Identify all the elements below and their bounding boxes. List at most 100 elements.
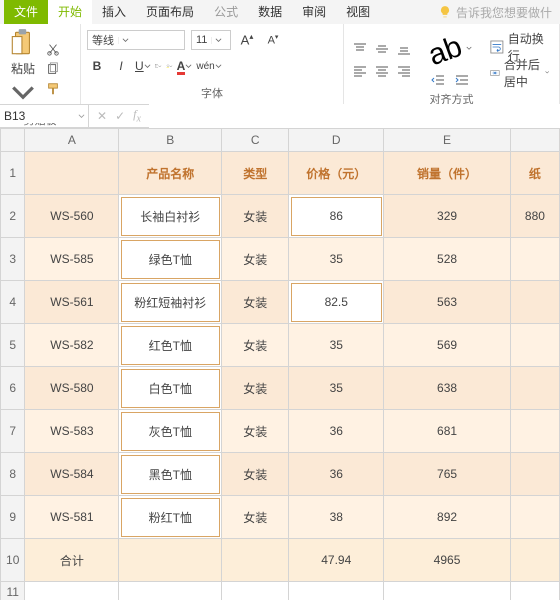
cell[interactable]: 82.5 — [289, 281, 384, 324]
cell[interactable]: 长袖白衬衫 — [119, 195, 222, 238]
cell[interactable]: 合计 — [25, 539, 119, 582]
font-size-combo[interactable]: 11 — [191, 30, 231, 50]
cut-button[interactable] — [44, 40, 62, 58]
cancel-icon[interactable]: ✕ — [97, 109, 107, 123]
cell[interactable]: 绿色T恤 — [119, 238, 222, 281]
tab-insert[interactable]: 插入 — [92, 0, 136, 24]
col-header-D[interactable]: D — [289, 129, 384, 152]
cell[interactable] — [25, 582, 119, 600]
align-left-button[interactable] — [350, 61, 370, 81]
cell[interactable] — [25, 152, 119, 195]
tab-data[interactable]: 数据 — [248, 0, 292, 24]
cell[interactable] — [510, 453, 559, 496]
cell[interactable]: 38 — [289, 496, 384, 539]
cell[interactable] — [289, 582, 384, 600]
copy-button[interactable] — [44, 60, 62, 78]
cell[interactable] — [510, 238, 559, 281]
bold-button[interactable]: B — [87, 56, 107, 76]
cell[interactable]: 女装 — [222, 238, 289, 281]
tell-me[interactable]: 告诉我您想要做什 — [430, 4, 560, 21]
cell[interactable] — [510, 324, 559, 367]
cell[interactable] — [222, 539, 289, 582]
row-header[interactable]: 4 — [1, 281, 25, 324]
wrap-text-button[interactable]: 自动换行 — [486, 37, 553, 57]
cell[interactable]: 36 — [289, 410, 384, 453]
decrease-indent-button[interactable] — [428, 70, 448, 90]
cell[interactable]: 白色T恤 — [119, 367, 222, 410]
cell[interactable]: 类型 — [222, 152, 289, 195]
cell[interactable]: 528 — [384, 238, 511, 281]
cell[interactable] — [119, 582, 222, 600]
align-center-button[interactable] — [372, 61, 392, 81]
cell[interactable] — [384, 582, 511, 600]
cell[interactable]: 粉红T恤 — [119, 496, 222, 539]
tab-file[interactable]: 文件 — [4, 0, 48, 24]
cell[interactable]: 纸 — [510, 152, 559, 195]
fill-color-button[interactable] — [166, 63, 173, 70]
cell[interactable]: 黑色T恤 — [119, 453, 222, 496]
row-header[interactable]: 7 — [1, 410, 25, 453]
cell[interactable]: 4965 — [384, 539, 511, 582]
italic-button[interactable]: I — [111, 56, 131, 76]
row-header[interactable]: 2 — [1, 195, 25, 238]
font-name-combo[interactable]: 等线 — [87, 30, 185, 50]
row-header[interactable]: 8 — [1, 453, 25, 496]
cell[interactable] — [510, 281, 559, 324]
cell[interactable]: 892 — [384, 496, 511, 539]
cell[interactable]: 765 — [384, 453, 511, 496]
cell[interactable]: 红色T恤 — [119, 324, 222, 367]
tab-formula[interactable]: 公式 — [204, 0, 248, 24]
worksheet[interactable]: A B C D E 1产品名称类型价格（元）销量（件）纸2WS-560长袖白衬衫… — [0, 128, 560, 600]
cell[interactable] — [510, 367, 559, 410]
cell[interactable]: 681 — [384, 410, 511, 453]
cell[interactable]: 35 — [289, 324, 384, 367]
name-box[interactable] — [0, 105, 89, 127]
cell[interactable]: WS-560 — [25, 195, 119, 238]
row-header[interactable]: 10 — [1, 539, 25, 582]
cell[interactable]: 569 — [384, 324, 511, 367]
cell[interactable]: 女装 — [222, 195, 289, 238]
decrease-font-button[interactable]: A▾ — [263, 30, 283, 50]
tab-home[interactable]: 开始 — [48, 0, 92, 24]
cell[interactable]: WS-585 — [25, 238, 119, 281]
align-bottom-button[interactable] — [394, 39, 414, 59]
font-color-button[interactable]: A — [177, 59, 193, 73]
merge-center-button[interactable]: 合并后居中 — [486, 63, 553, 83]
name-box-input[interactable] — [0, 109, 78, 123]
cell[interactable] — [222, 582, 289, 600]
cell[interactable]: 女装 — [222, 410, 289, 453]
cell[interactable]: 女装 — [222, 367, 289, 410]
cell[interactable]: WS-582 — [25, 324, 119, 367]
tab-layout[interactable]: 页面布局 — [136, 0, 204, 24]
cell[interactable]: 产品名称 — [119, 152, 222, 195]
cell[interactable]: 女装 — [222, 496, 289, 539]
cell[interactable]: 女装 — [222, 281, 289, 324]
cell[interactable]: WS-584 — [25, 453, 119, 496]
row-header[interactable]: 9 — [1, 496, 25, 539]
row-header[interactable]: 1 — [1, 152, 25, 195]
tab-view[interactable]: 视图 — [336, 0, 380, 24]
col-header-B[interactable]: B — [119, 129, 222, 152]
cell[interactable] — [119, 539, 222, 582]
cell[interactable] — [510, 582, 559, 600]
row-header[interactable]: 5 — [1, 324, 25, 367]
cell[interactable]: WS-581 — [25, 496, 119, 539]
orientation-button[interactable]: ab — [428, 30, 472, 68]
cell[interactable]: 女装 — [222, 324, 289, 367]
paste-button[interactable]: 粘贴 — [6, 26, 40, 111]
cell[interactable]: WS-561 — [25, 281, 119, 324]
increase-indent-button[interactable] — [452, 70, 472, 90]
row-header[interactable]: 11 — [1, 582, 25, 600]
cell[interactable] — [510, 539, 559, 582]
cell[interactable]: 35 — [289, 238, 384, 281]
cell[interactable]: 36 — [289, 453, 384, 496]
col-header-E[interactable]: E — [384, 129, 511, 152]
cell[interactable]: 47.94 — [289, 539, 384, 582]
cell[interactable]: 880 — [510, 195, 559, 238]
increase-font-button[interactable]: A▴ — [237, 30, 257, 50]
cell[interactable]: 女装 — [222, 453, 289, 496]
cell[interactable]: 灰色T恤 — [119, 410, 222, 453]
cell[interactable]: 35 — [289, 367, 384, 410]
col-header-F[interactable] — [510, 129, 559, 152]
cell[interactable] — [510, 410, 559, 453]
